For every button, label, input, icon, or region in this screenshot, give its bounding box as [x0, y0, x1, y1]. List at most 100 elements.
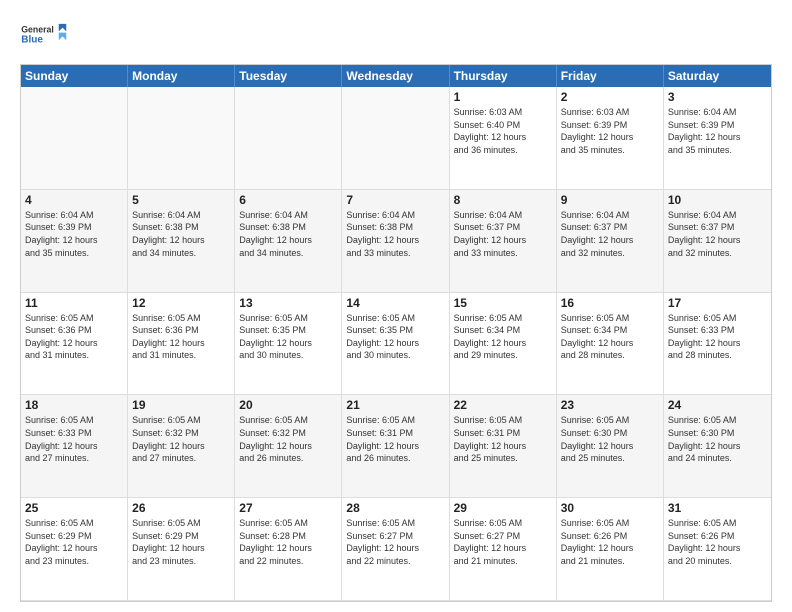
- calendar-cell: 28Sunrise: 6:05 AM Sunset: 6:27 PM Dayli…: [342, 498, 449, 601]
- calendar-cell: 22 Sunrise: 6:05 AM Sunset: 6:31 PM Dayli…: [450, 395, 557, 498]
- cell-info: Sunrise: 6:03 AM Sunset: 6:40 PM Dayligh…: [454, 106, 552, 156]
- header: General Blue: [20, 16, 772, 56]
- calendar-cell: 6Sunrise: 6:04 AM Sunset: 6:38 PM Daylig…: [235, 190, 342, 293]
- cell-info: Sunrise: 6:05 AM Sunset: 6:34 PM Dayligh…: [561, 312, 659, 362]
- calendar-cell: 7Sunrise: 6:04 AM Sunset: 6:38 PM Daylig…: [342, 190, 449, 293]
- cell-info: Sunrise: 6:05 AM Sunset: 6:26 PM Dayligh…: [561, 517, 659, 567]
- cell-info: Sunrise: 6:05 AM Sunset: 6:32 PM Dayligh…: [239, 414, 337, 464]
- cell-info: Sunrise: 6:05 AM Sunset: 6:35 PM Dayligh…: [346, 312, 444, 362]
- weekday-header-thursday: Thursday: [450, 65, 557, 87]
- calendar-cell: [128, 87, 235, 190]
- calendar-cell: [342, 87, 449, 190]
- day-number: 26: [132, 501, 230, 515]
- day-number: 8: [454, 193, 552, 207]
- calendar-cell: 19 Sunrise: 6:05 AM Sunset: 6:32 PM Dayli…: [128, 395, 235, 498]
- day-number: 24: [668, 398, 767, 412]
- calendar-cell: 26 Sunrise: 6:05 AM Sunset: 6:29 PM Dayli…: [128, 498, 235, 601]
- day-number: 18: [25, 398, 123, 412]
- day-number: 30: [561, 501, 659, 515]
- calendar-cell: 27Sunrise: 6:05 AM Sunset: 6:28 PM Dayli…: [235, 498, 342, 601]
- weekday-header-friday: Friday: [557, 65, 664, 87]
- cell-info: Sunrise: 6:04 AM Sunset: 6:38 PM Dayligh…: [132, 209, 230, 259]
- svg-text:Blue: Blue: [21, 35, 43, 46]
- day-number: 17: [668, 296, 767, 310]
- calendar-cell: 18 Sunrise: 6:05 AM Sunset: 6:33 PM Dayli…: [21, 395, 128, 498]
- calendar-cell: 13 Sunrise: 6:05 AM Sunset: 6:35 PM Dayli…: [235, 293, 342, 396]
- day-number: 4: [25, 193, 123, 207]
- cell-info: Sunrise: 6:05 AM Sunset: 6:31 PM Dayligh…: [346, 414, 444, 464]
- weekday-header-wednesday: Wednesday: [342, 65, 449, 87]
- calendar-cell: 24 Sunrise: 6:05 AM Sunset: 6:30 PM Dayli…: [664, 395, 771, 498]
- cell-info: Sunrise: 6:03 AM Sunset: 6:39 PM Dayligh…: [561, 106, 659, 156]
- cell-info: Sunrise: 6:05 AM Sunset: 6:28 PM Dayligh…: [239, 517, 337, 567]
- day-number: 2: [561, 90, 659, 104]
- calendar-cell: 9 Sunrise: 6:04 AM Sunset: 6:37 PM Daylig…: [557, 190, 664, 293]
- calendar-cell: 21Sunrise: 6:05 AM Sunset: 6:31 PM Dayli…: [342, 395, 449, 498]
- calendar-cell: 25 Sunrise: 6:05 AM Sunset: 6:29 PM Dayli…: [21, 498, 128, 601]
- day-number: 13: [239, 296, 337, 310]
- cell-info: Sunrise: 6:05 AM Sunset: 6:33 PM Dayligh…: [25, 414, 123, 464]
- calendar-cell: 1 Sunrise: 6:03 AM Sunset: 6:40 PM Daylig…: [450, 87, 557, 190]
- calendar-cell: 20 Sunrise: 6:05 AM Sunset: 6:32 PM Dayli…: [235, 395, 342, 498]
- weekday-header-saturday: Saturday: [664, 65, 771, 87]
- day-number: 19: [132, 398, 230, 412]
- calendar-cell: 16 Sunrise: 6:05 AM Sunset: 6:34 PM Dayli…: [557, 293, 664, 396]
- calendar-cell: 2 Sunrise: 6:03 AM Sunset: 6:39 PM Daylig…: [557, 87, 664, 190]
- cell-info: Sunrise: 6:05 AM Sunset: 6:30 PM Dayligh…: [561, 414, 659, 464]
- cell-info: Sunrise: 6:05 AM Sunset: 6:27 PM Dayligh…: [454, 517, 552, 567]
- day-number: 15: [454, 296, 552, 310]
- cell-info: Sunrise: 6:04 AM Sunset: 6:37 PM Dayligh…: [668, 209, 767, 259]
- cell-info: Sunrise: 6:05 AM Sunset: 6:34 PM Dayligh…: [454, 312, 552, 362]
- cell-info: Sunrise: 6:04 AM Sunset: 6:37 PM Dayligh…: [454, 209, 552, 259]
- calendar-cell: 15 Sunrise: 6:05 AM Sunset: 6:34 PM Dayli…: [450, 293, 557, 396]
- cell-info: Sunrise: 6:05 AM Sunset: 6:32 PM Dayligh…: [132, 414, 230, 464]
- page: General Blue SundayMondayTuesdayWednesda…: [0, 0, 792, 612]
- day-number: 1: [454, 90, 552, 104]
- cell-info: Sunrise: 6:05 AM Sunset: 6:36 PM Dayligh…: [25, 312, 123, 362]
- day-number: 25: [25, 501, 123, 515]
- cell-info: Sunrise: 6:04 AM Sunset: 6:39 PM Dayligh…: [668, 106, 767, 156]
- calendar-cell: 23 Sunrise: 6:05 AM Sunset: 6:30 PM Dayli…: [557, 395, 664, 498]
- day-number: 22: [454, 398, 552, 412]
- day-number: 3: [668, 90, 767, 104]
- calendar-cell: 31Sunrise: 6:05 AM Sunset: 6:26 PM Dayli…: [664, 498, 771, 601]
- day-number: 31: [668, 501, 767, 515]
- svg-text:General: General: [21, 25, 54, 35]
- cell-info: Sunrise: 6:04 AM Sunset: 6:37 PM Dayligh…: [561, 209, 659, 259]
- cell-info: Sunrise: 6:05 AM Sunset: 6:31 PM Dayligh…: [454, 414, 552, 464]
- calendar-cell: 12 Sunrise: 6:05 AM Sunset: 6:36 PM Dayli…: [128, 293, 235, 396]
- calendar-grid: 1 Sunrise: 6:03 AM Sunset: 6:40 PM Daylig…: [21, 87, 771, 601]
- cell-info: Sunrise: 6:05 AM Sunset: 6:33 PM Dayligh…: [668, 312, 767, 362]
- day-number: 14: [346, 296, 444, 310]
- day-number: 9: [561, 193, 659, 207]
- calendar: SundayMondayTuesdayWednesdayThursdayFrid…: [20, 64, 772, 602]
- logo-icon: General Blue: [20, 16, 70, 56]
- calendar-cell: 5 Sunrise: 6:04 AM Sunset: 6:38 PM Daylig…: [128, 190, 235, 293]
- calendar-cell: [21, 87, 128, 190]
- weekday-header-monday: Monday: [128, 65, 235, 87]
- cell-info: Sunrise: 6:04 AM Sunset: 6:39 PM Dayligh…: [25, 209, 123, 259]
- calendar-cell: 14 Sunrise: 6:05 AM Sunset: 6:35 PM Dayli…: [342, 293, 449, 396]
- cell-info: Sunrise: 6:05 AM Sunset: 6:35 PM Dayligh…: [239, 312, 337, 362]
- day-number: 28: [346, 501, 444, 515]
- calendar-cell: 30 Sunrise: 6:05 AM Sunset: 6:26 PM Dayli…: [557, 498, 664, 601]
- day-number: 7: [346, 193, 444, 207]
- calendar-cell: 17 Sunrise: 6:05 AM Sunset: 6:33 PM Dayli…: [664, 293, 771, 396]
- calendar-cell: 11 Sunrise: 6:05 AM Sunset: 6:36 PM Dayli…: [21, 293, 128, 396]
- day-number: 5: [132, 193, 230, 207]
- day-number: 20: [239, 398, 337, 412]
- cell-info: Sunrise: 6:05 AM Sunset: 6:29 PM Dayligh…: [25, 517, 123, 567]
- weekday-header-tuesday: Tuesday: [235, 65, 342, 87]
- cell-info: Sunrise: 6:05 AM Sunset: 6:30 PM Dayligh…: [668, 414, 767, 464]
- calendar-header: SundayMondayTuesdayWednesdayThursdayFrid…: [21, 65, 771, 87]
- calendar-cell: 10Sunrise: 6:04 AM Sunset: 6:37 PM Dayli…: [664, 190, 771, 293]
- day-number: 11: [25, 296, 123, 310]
- day-number: 29: [454, 501, 552, 515]
- day-number: 16: [561, 296, 659, 310]
- cell-info: Sunrise: 6:05 AM Sunset: 6:36 PM Dayligh…: [132, 312, 230, 362]
- cell-info: Sunrise: 6:05 AM Sunset: 6:29 PM Dayligh…: [132, 517, 230, 567]
- cell-info: Sunrise: 6:04 AM Sunset: 6:38 PM Dayligh…: [239, 209, 337, 259]
- day-number: 12: [132, 296, 230, 310]
- calendar-cell: 3 Sunrise: 6:04 AM Sunset: 6:39 PM Daylig…: [664, 87, 771, 190]
- day-number: 23: [561, 398, 659, 412]
